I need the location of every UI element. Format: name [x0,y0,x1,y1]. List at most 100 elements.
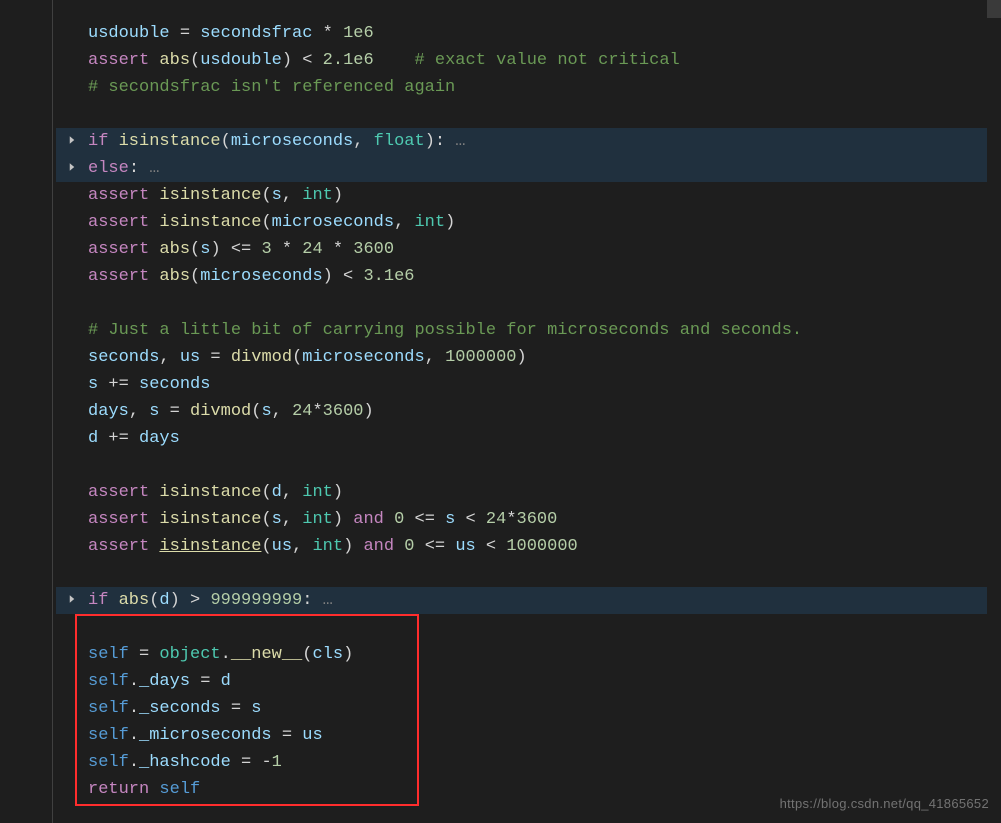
code-token: ) [343,645,353,664]
code-token: seconds [139,375,210,394]
code-line[interactable]: seconds, us = divmod(microseconds, 10000… [56,344,1001,371]
code-token: float [374,132,425,151]
code-token: < [455,510,486,529]
code-token: isinstance [159,483,261,502]
code-token: ( [190,240,200,259]
code-token: self [88,645,129,664]
code-token: . [221,645,231,664]
code-token: , [292,537,312,556]
code-token: 24 [302,240,322,259]
code-token: <= [415,537,456,556]
code-token: d [221,672,231,691]
code-token: <= [404,510,445,529]
code-token: assert [88,510,149,529]
code-token: . [129,726,139,745]
code-token [108,132,118,151]
code-line[interactable]: if abs(d) > 999999999: … [56,587,1001,614]
code-line[interactable]: d += days [56,425,1001,452]
code-token: , [282,186,302,205]
code-token: seconds [88,348,159,367]
code-line[interactable] [56,614,1001,641]
code-token: 24 [486,510,506,529]
code-line[interactable] [56,452,1001,479]
scrollbar-track[interactable] [987,0,1001,823]
code-line[interactable]: assert isinstance(us, int) and 0 <= us <… [56,533,1001,560]
code-line[interactable] [56,290,1001,317]
code-token: ) [333,186,343,205]
code-token: += [98,429,139,448]
code-line[interactable]: assert isinstance(microseconds, int) [56,209,1001,236]
code-token: ) [445,213,455,232]
code-token: * [272,240,303,259]
code-token: s [200,240,210,259]
code-line[interactable] [56,560,1001,587]
code-area[interactable]: usdouble = secondsfrac * 1e6assert abs(u… [56,0,1001,803]
code-editor[interactable]: usdouble = secondsfrac * 1e6assert abs(u… [0,0,1001,823]
code-token: . [129,753,139,772]
code-token: ( [149,591,159,610]
code-token: * [506,510,516,529]
code-line[interactable] [56,101,1001,128]
code-token: , [394,213,414,232]
code-token: and [353,510,384,529]
code-token: = [272,726,303,745]
fold-chevron-icon[interactable] [66,161,78,173]
scrollbar-thumb[interactable] [987,0,1001,18]
code-token: ) [363,402,373,421]
code-line[interactable]: self._microseconds = us [56,722,1001,749]
code-line[interactable]: self = object.__new__(cls) [56,641,1001,668]
fold-chevron-icon[interactable] [66,593,78,605]
code-token [384,510,394,529]
code-token: self [88,753,129,772]
code-token: , [129,402,149,421]
code-token: isinstance [159,537,261,556]
code-token: ) < [282,51,323,70]
code-token: ) < [323,267,364,286]
code-token: ) [517,348,527,367]
code-line[interactable]: assert isinstance(d, int) [56,479,1001,506]
code-line[interactable]: # Just a little bit of carrying possible… [56,317,1001,344]
code-token: s [88,375,98,394]
code-token: ( [261,213,271,232]
code-token: isinstance [119,132,221,151]
code-line[interactable]: if isinstance(microseconds, float): … [56,128,1001,155]
code-line[interactable]: assert isinstance(s, int) and 0 <= s < 2… [56,506,1001,533]
code-line[interactable]: else: … [56,155,1001,182]
code-line[interactable]: assert isinstance(s, int) [56,182,1001,209]
code-token: divmod [190,402,251,421]
code-token: microseconds [200,267,322,286]
code-line[interactable]: assert abs(usdouble) < 2.1e6 # exact val… [56,47,1001,74]
code-token: abs [159,240,190,259]
code-line[interactable]: # secondsfrac isn't referenced again [56,74,1001,101]
code-token: int [312,537,343,556]
code-token: abs [119,591,150,610]
code-token: ): [425,132,456,151]
code-token: isinstance [159,213,261,232]
code-token: 3.1e6 [363,267,414,286]
fold-chevron-icon[interactable] [66,134,78,146]
code-line[interactable]: usdouble = secondsfrac * 1e6 [56,20,1001,47]
code-line[interactable]: assert abs(microseconds) < 3.1e6 [56,263,1001,290]
code-line[interactable]: s += seconds [56,371,1001,398]
code-token: and [363,537,394,556]
code-token: s [272,186,282,205]
code-line[interactable]: self._hashcode = -1 [56,749,1001,776]
code-token: * [323,240,354,259]
code-line[interactable]: days, s = divmod(s, 24*3600) [56,398,1001,425]
code-token: int [302,510,333,529]
code-token: … [323,591,333,610]
code-line[interactable]: self._seconds = s [56,695,1001,722]
code-token [149,537,159,556]
code-token: return [88,780,149,799]
code-token: microseconds [272,213,394,232]
code-token: _days [139,672,190,691]
code-token: d [88,429,98,448]
code-token: 3600 [517,510,558,529]
code-token: d [159,591,169,610]
code-token: , [159,348,179,367]
code-token: assert [88,483,149,502]
code-token: 3600 [323,402,364,421]
code-line[interactable]: self._days = d [56,668,1001,695]
code-line[interactable]: assert abs(s) <= 3 * 24 * 3600 [56,236,1001,263]
code-token: 1000000 [445,348,516,367]
